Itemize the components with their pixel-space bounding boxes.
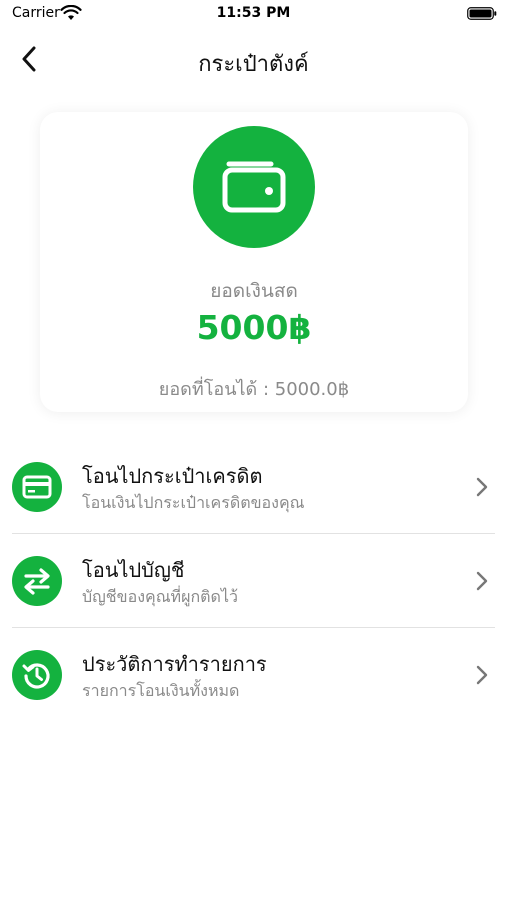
cash-balance-label: ยอดเงินสด xyxy=(210,280,298,302)
menu-item-transfer-to-credit-wallet[interactable]: โอนไปกระเป๋าเครดิต โอนเงินไปกระเป๋าเครดิ… xyxy=(12,440,495,534)
chevron-right-icon xyxy=(476,571,488,591)
credit-card-icon xyxy=(22,475,52,499)
navigation-bar: กระเป๋าตังค์ xyxy=(0,34,507,84)
menu-item-subtitle: โอนเงินไปกระเป๋าเครดิตของคุณ xyxy=(82,493,305,512)
status-time: 11:53 PM xyxy=(216,5,291,21)
menu-icon-badge xyxy=(12,556,62,606)
wallet-icon xyxy=(222,161,286,213)
transferable-value: 5000.0฿ xyxy=(274,379,350,400)
transferable-label: ยอดที่โอนได้ : xyxy=(158,379,275,400)
menu-item-transfer-to-account[interactable]: โอนไปบัญชี บัญชีของคุณที่ผูกติดไว้ xyxy=(12,534,495,628)
cash-balance-amount: 5000฿ xyxy=(196,308,312,347)
swap-arrows-icon xyxy=(24,568,50,595)
menu-list: โอนไปกระเป๋าเครดิต โอนเงินไปกระเป๋าเครดิ… xyxy=(12,440,495,722)
menu-item-title: ประวัติการทำรายการ xyxy=(82,652,267,676)
menu-item-subtitle: รายการโอนเงินทั้งหมด xyxy=(82,681,240,700)
menu-item-title: โอนไปบัญชี xyxy=(82,558,185,582)
menu-item-transaction-history[interactable]: ประวัติการทำรายการ รายการโอนเงินทั้งหมด xyxy=(12,628,495,722)
menu-item-subtitle: บัญชีของคุณที่ผูกติดไว้ xyxy=(82,587,238,606)
status-bar: Carrier 11:53 PM xyxy=(0,0,507,28)
wallet-badge xyxy=(193,126,315,248)
history-icon xyxy=(22,663,50,689)
menu-item-title: โอนไปกระเป๋าเครดิต xyxy=(82,464,263,488)
menu-icon-badge xyxy=(12,650,62,700)
transferable-balance: ยอดที่โอนได้ : 5000.0฿ xyxy=(40,374,468,403)
chevron-right-icon xyxy=(476,665,488,685)
chevron-right-icon xyxy=(476,477,488,497)
battery-icon xyxy=(467,7,497,20)
balance-card: ยอดเงินสด 5000฿ ยอดที่โอนได้ : 5000.0฿ xyxy=(40,112,468,412)
menu-icon-badge xyxy=(12,462,62,512)
page-title: กระเป๋าตังค์ xyxy=(198,52,309,77)
